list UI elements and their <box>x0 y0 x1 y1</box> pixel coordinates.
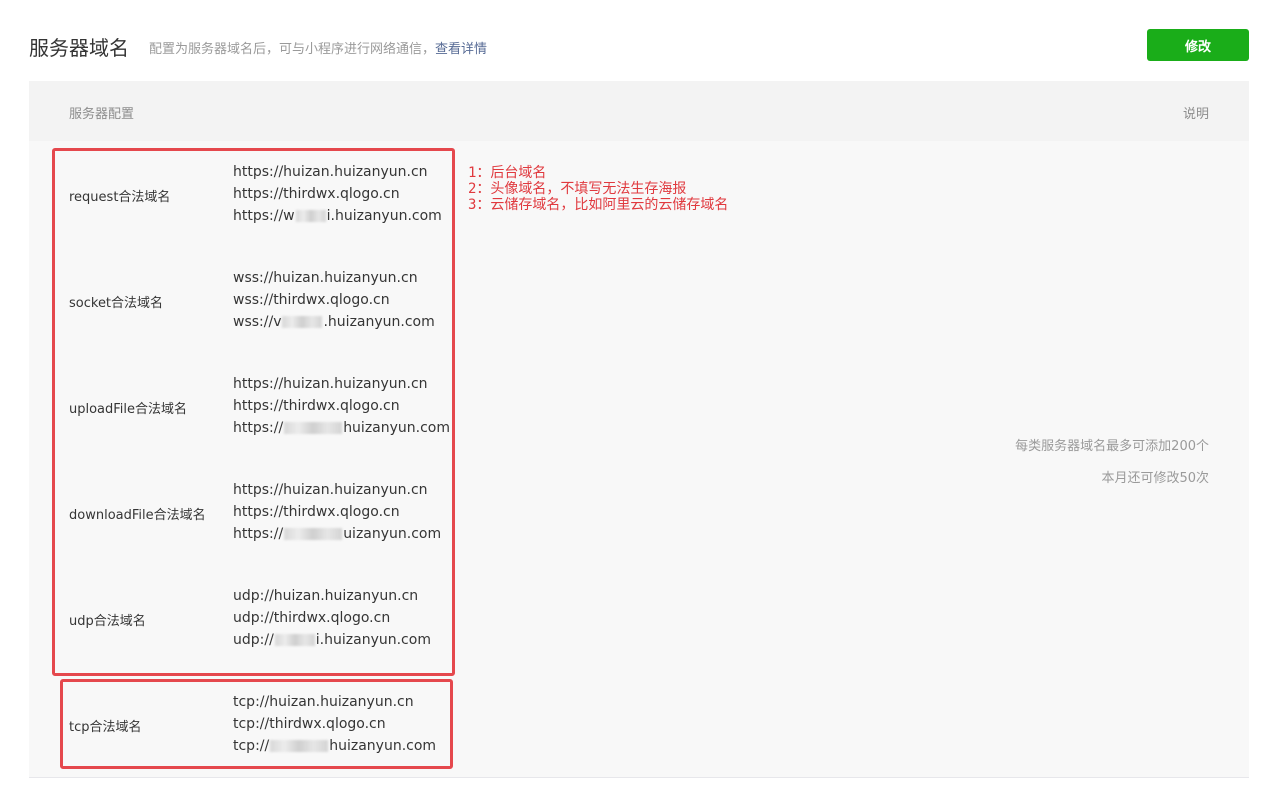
annotation-notes: 1：后台域名 2：头像域名，不填写无法生存海报 3：云储存域名，比如阿里云的云储… <box>468 165 728 213</box>
modify-quota-note: 本月还可修改50次 <box>1101 471 1209 486</box>
page-description: 配置为服务器域名后，可与小程序进行网络通信，查看详情 <box>149 38 487 57</box>
column-header-config: 服务器配置 <box>69 107 135 122</box>
server-domain-page: 服务器域名 配置为服务器域名后，可与小程序进行网络通信，查看详情 修改 服务器配… <box>0 0 1278 807</box>
view-details-link[interactable]: 查看详情 <box>435 42 487 57</box>
annotation-note: 3：云储存域名，比如阿里云的云储存域名 <box>468 197 729 213</box>
annotation-box-main <box>52 148 455 676</box>
table-header: 服务器配置 说明 <box>29 81 1249 141</box>
annotation-note: 2：头像域名，不填写无法生存海报 <box>468 181 687 197</box>
annotation-box-tcp <box>60 679 453 769</box>
column-header-note: 说明 <box>1182 107 1209 122</box>
page-header: 服务器域名 配置为服务器域名后，可与小程序进行网络通信，查看详情 <box>29 30 487 62</box>
modify-button[interactable]: 修改 <box>1147 29 1249 61</box>
annotation-note: 1：后台域名 <box>468 165 547 181</box>
domain-limit-note: 每类服务器域名最多可添加200个 <box>1015 439 1209 454</box>
description-text: 配置为服务器域名后，可与小程序进行网络通信， <box>149 42 436 57</box>
page-title: 服务器域名 <box>29 35 129 60</box>
